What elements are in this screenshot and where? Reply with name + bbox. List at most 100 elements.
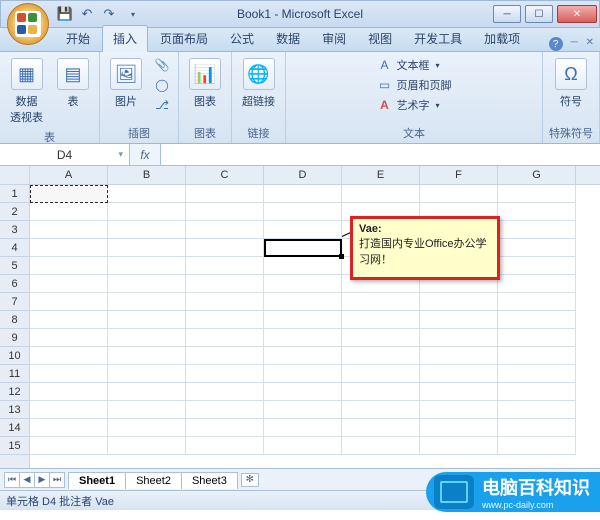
cell[interactable] <box>420 329 498 347</box>
cell[interactable] <box>498 401 576 419</box>
cell[interactable] <box>186 419 264 437</box>
cell[interactable] <box>108 239 186 257</box>
cell[interactable] <box>186 365 264 383</box>
cell[interactable] <box>420 347 498 365</box>
cell[interactable] <box>108 221 186 239</box>
office-button[interactable] <box>7 3 49 45</box>
cell[interactable] <box>264 311 342 329</box>
redo-icon[interactable]: ↷ <box>101 6 117 22</box>
cell-comment[interactable]: Vae: 打造国内专业Office办公学习网！ <box>350 216 500 280</box>
cell[interactable] <box>420 311 498 329</box>
save-icon[interactable]: 💾 <box>57 6 73 22</box>
cell[interactable] <box>108 437 186 455</box>
cell[interactable] <box>186 347 264 365</box>
sheet-tab-2[interactable]: Sheet2 <box>125 472 182 489</box>
header-footer-button[interactable]: ▭页眉和页脚 <box>375 76 454 94</box>
row-header[interactable]: 13 <box>0 401 29 419</box>
cell[interactable] <box>498 257 576 275</box>
cell[interactable] <box>342 383 420 401</box>
workbook-close-icon[interactable]: ✕ <box>586 37 594 51</box>
cell[interactable] <box>420 401 498 419</box>
cell[interactable] <box>30 257 108 275</box>
cell[interactable] <box>108 203 186 221</box>
cell[interactable] <box>30 437 108 455</box>
chart-button[interactable]: 📊 图表 <box>185 56 225 111</box>
cell[interactable] <box>186 293 264 311</box>
cell[interactable] <box>264 365 342 383</box>
col-header[interactable]: F <box>420 166 498 184</box>
symbol-button[interactable]: Ω 符号 <box>551 56 591 111</box>
cell[interactable] <box>186 275 264 293</box>
cell[interactable] <box>498 383 576 401</box>
cell[interactable] <box>342 365 420 383</box>
cell[interactable] <box>108 293 186 311</box>
row-header[interactable]: 11 <box>0 365 29 383</box>
textbox-button[interactable]: A文本框▾ <box>375 56 442 74</box>
cell[interactable] <box>186 401 264 419</box>
sheet-nav-last[interactable]: ⏭ <box>49 472 65 488</box>
cell[interactable] <box>30 221 108 239</box>
cell[interactable] <box>498 329 576 347</box>
row-header[interactable]: 6 <box>0 275 29 293</box>
cell[interactable] <box>342 185 420 203</box>
maximize-button[interactable]: ☐ <box>525 5 553 23</box>
name-box[interactable]: D4 <box>0 144 130 165</box>
row-header[interactable]: 1 <box>0 185 29 203</box>
cell[interactable] <box>30 239 108 257</box>
cell[interactable] <box>108 401 186 419</box>
table-button[interactable]: ▤ 表 <box>53 56 93 111</box>
cell[interactable] <box>264 347 342 365</box>
formula-input[interactable] <box>160 144 600 165</box>
picture-button[interactable]: 🖼 图片 <box>106 56 146 111</box>
cell[interactable] <box>498 365 576 383</box>
cell[interactable] <box>420 437 498 455</box>
cell[interactable] <box>30 365 108 383</box>
tab-view[interactable]: 视图 <box>358 26 402 51</box>
hyperlink-button[interactable]: 🌐 超链接 <box>238 56 279 111</box>
help-icon[interactable]: ? <box>549 37 563 51</box>
cell[interactable] <box>186 221 264 239</box>
close-button[interactable]: ✕ <box>557 5 597 23</box>
tab-insert[interactable]: 插入 <box>102 25 148 52</box>
shapes-button[interactable]: ◯ <box>152 76 172 94</box>
cell[interactable] <box>264 329 342 347</box>
cell[interactable] <box>108 311 186 329</box>
cells-area[interactable] <box>30 185 600 468</box>
cell[interactable] <box>498 419 576 437</box>
cell[interactable] <box>108 185 186 203</box>
cell[interactable] <box>264 401 342 419</box>
cell[interactable] <box>264 383 342 401</box>
cell[interactable] <box>264 185 342 203</box>
clipart-button[interactable]: 📎 <box>152 56 172 74</box>
cell[interactable] <box>264 293 342 311</box>
cell[interactable] <box>420 365 498 383</box>
pivot-table-button[interactable]: ▦ 数据 透视表 <box>6 56 47 127</box>
tab-home[interactable]: 开始 <box>56 26 100 51</box>
col-header[interactable]: D <box>264 166 342 184</box>
cell[interactable] <box>30 203 108 221</box>
cell[interactable] <box>264 221 342 239</box>
cell[interactable] <box>186 257 264 275</box>
sheet-nav-prev[interactable]: ◀ <box>19 472 35 488</box>
cell[interactable] <box>108 329 186 347</box>
sheet-nav-next[interactable]: ▶ <box>34 472 50 488</box>
col-header[interactable]: C <box>186 166 264 184</box>
cell[interactable] <box>342 401 420 419</box>
tab-developer[interactable]: 开发工具 <box>404 26 472 51</box>
col-header[interactable]: E <box>342 166 420 184</box>
row-header[interactable]: 14 <box>0 419 29 437</box>
sheet-tab-3[interactable]: Sheet3 <box>181 472 238 489</box>
cell[interactable] <box>186 437 264 455</box>
cell[interactable] <box>264 437 342 455</box>
undo-icon[interactable]: ↶ <box>79 6 95 22</box>
sheet-nav-first[interactable]: ⏮ <box>4 472 20 488</box>
minimize-button[interactable]: ─ <box>493 5 521 23</box>
row-header[interactable]: 15 <box>0 437 29 455</box>
cell[interactable] <box>30 311 108 329</box>
col-header[interactable]: G <box>498 166 576 184</box>
row-header[interactable]: 10 <box>0 347 29 365</box>
cell[interactable] <box>30 293 108 311</box>
row-header[interactable]: 9 <box>0 329 29 347</box>
cell[interactable] <box>186 203 264 221</box>
active-cell-d4[interactable] <box>264 239 342 257</box>
